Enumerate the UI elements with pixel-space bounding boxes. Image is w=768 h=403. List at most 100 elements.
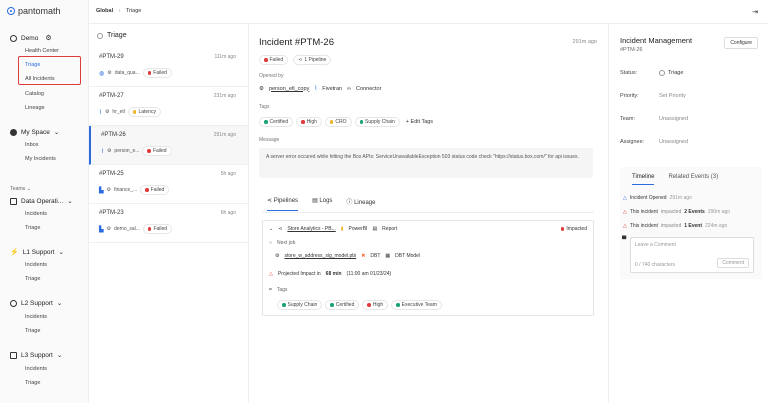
- status-badge: Failed: [142, 68, 172, 78]
- sidebar-item-team-triage[interactable]: Triage: [25, 225, 40, 231]
- message-label: Message: [259, 137, 280, 143]
- priority-select[interactable]: Set Priority: [659, 93, 686, 99]
- teams-section-label[interactable]: Teams ⌄: [10, 186, 31, 192]
- comment-button[interactable]: Comment: [717, 258, 749, 268]
- sidebar-item-team-triage[interactable]: Triage: [25, 276, 40, 282]
- brand-logo[interactable]: pantomath: [7, 6, 61, 16]
- team-label: L2 Support: [21, 299, 53, 307]
- sidebar-group-label: My Space: [21, 128, 50, 136]
- sidebar-item-inbox[interactable]: Inbox: [25, 142, 38, 148]
- sidebar-group-my-space[interactable]: My Space ⌄: [10, 128, 59, 136]
- tab-related-events[interactable]: Related Events (3): [668, 174, 718, 185]
- tag-dot: [367, 303, 371, 307]
- status-value[interactable]: Triage: [659, 70, 683, 76]
- grid-icon: [10, 351, 17, 359]
- next-job-link[interactable]: store_w_address_sig_model.pbi: [284, 253, 356, 259]
- tag-chip[interactable]: Executive Team: [391, 300, 442, 310]
- impact-prefix: Projected Impact in: [277, 271, 321, 277]
- pipeline-count-badge[interactable]: ⋖ 1 Pipeline: [293, 55, 332, 65]
- next-job-label-row: ○ Next job: [269, 240, 295, 246]
- database-icon: [10, 197, 17, 205]
- incident-job: person_e...: [114, 148, 140, 154]
- sidebar-item-team-incidents[interactable]: Incidents: [25, 262, 47, 268]
- gear-icon[interactable]: ⚙: [45, 34, 51, 42]
- tag-chip[interactable]: CRO: [324, 117, 352, 127]
- assignee-select[interactable]: Unassigned: [659, 139, 688, 145]
- sidebar-item-triage[interactable]: Triage: [25, 62, 40, 68]
- tag-chip[interactable]: Supply Chain: [277, 300, 323, 310]
- incident-card[interactable]: #PTM-25 5h ago ▙ ⚙ finance_... Failed: [89, 165, 248, 204]
- tab-timeline[interactable]: Timeline: [632, 174, 655, 185]
- tag-chip[interactable]: Certified: [325, 300, 360, 310]
- pipeline-header: ⌄ ⋖ Store Analytics - PB... ▮ PowerBI ▤ …: [269, 226, 587, 232]
- sidebar-item-team-incidents[interactable]: Incidents: [25, 366, 47, 372]
- tag-chip[interactable]: High: [362, 300, 389, 310]
- share-icon: ⋖: [298, 57, 303, 63]
- tag-dot: [264, 120, 268, 124]
- comment-box[interactable]: Leave a Comment 0 / 740 characters Comme…: [630, 237, 754, 273]
- tag-chip[interactable]: Supply Chain: [354, 117, 400, 127]
- tab-pipelines[interactable]: ⋖ Pipelines: [267, 197, 299, 211]
- tab-logs[interactable]: ▤ Logs: [312, 197, 332, 211]
- event-link[interactable]: 1 Event: [684, 223, 702, 229]
- incident-card-selected[interactable]: #PTM-26 291m ago ⌇ ⚙ person_e... Failed: [89, 126, 248, 165]
- fivetran-icon: ⌇: [314, 86, 318, 92]
- team-label: Team:: [620, 116, 635, 122]
- sidebar-item-all-incidents[interactable]: All Incidents: [25, 76, 55, 82]
- warning-icon: △: [623, 195, 627, 201]
- team-select[interactable]: Unassigned: [659, 116, 688, 122]
- bar-chart-icon: ▙: [99, 187, 104, 194]
- breadcrumb-root[interactable]: Global: [96, 8, 113, 14]
- sidebar-item-lineage[interactable]: Lineage: [25, 105, 45, 111]
- pipeline-type: Report: [382, 226, 398, 232]
- pipeline-link[interactable]: Store Analytics - PB...: [287, 226, 335, 232]
- incident-card[interactable]: #PTM-27 231m ago ⌇ ⚙ hr_etl Latency: [89, 87, 248, 126]
- chevron-down-icon[interactable]: ⌄: [269, 226, 273, 232]
- breadcrumb: Global › Triage: [96, 8, 141, 14]
- sidebar-item-team-triage[interactable]: Triage: [25, 328, 40, 334]
- sidebar-item-team-triage[interactable]: Triage: [25, 380, 40, 386]
- sidebar-item-catalog[interactable]: Catalog: [25, 91, 44, 97]
- opened-by-row: ⚙ person_etl_copy ⌇ Fivetran ∞ Connector: [259, 85, 381, 93]
- configure-button[interactable]: Configure: [724, 37, 758, 49]
- pipeline-tags-label-row: ⌗ Tags: [269, 287, 287, 293]
- warning-icon: △: [623, 223, 627, 229]
- sidebar-item-health-center[interactable]: Health Center: [25, 48, 59, 54]
- status-badge: Latency: [127, 107, 161, 117]
- comment-input[interactable]: Leave a Comment: [635, 242, 676, 248]
- collapse-panel-icon[interactable]: ⇥: [752, 8, 758, 16]
- incident-age: 6h ago: [220, 210, 236, 216]
- sidebar-group-demo[interactable]: Demo ⚙: [10, 34, 52, 42]
- sidebar-team-l3-support[interactable]: L3 Support ⌄: [10, 351, 62, 359]
- incident-id: #PTM-27: [99, 93, 124, 99]
- incident-row: ⌇ ⚙ person_e... Failed: [101, 146, 172, 156]
- incident-card[interactable]: #PTM-23 6h ago ▙ ⚙ demo_sal... Failed: [89, 204, 248, 243]
- status-badge: Failed: [142, 224, 173, 234]
- sidebar-team-l1-support[interactable]: ⚡ L1 Support ⌄: [10, 248, 64, 257]
- powerbi-icon: ▮: [340, 226, 344, 232]
- incident-row: ▙ ⚙ finance_... Failed: [99, 185, 170, 195]
- status-dot: [132, 110, 137, 114]
- incident-list: Triage #PTM-29 111m ago ◍ ⚙ data_qua... …: [89, 24, 249, 403]
- sidebar-team-l2-support[interactable]: L2 Support ⌄: [10, 299, 62, 307]
- event-link[interactable]: 2 Events: [684, 209, 705, 215]
- pipeline-tags-label: Tags: [276, 287, 288, 293]
- sidebar-item-team-incidents[interactable]: Incidents: [25, 211, 47, 217]
- incident-card[interactable]: #PTM-29 111m ago ◍ ⚙ data_qua... Failed: [89, 48, 248, 87]
- tag-chip[interactable]: Certified: [259, 117, 294, 127]
- edit-tags-button[interactable]: + Edit Tags: [406, 119, 433, 125]
- chevron-down-icon: ⌄: [58, 249, 64, 256]
- bar-chart-icon: ▙: [99, 226, 104, 233]
- sidebar-team-data-operations[interactable]: Data Operati... ⌄: [10, 197, 73, 205]
- tag-chip[interactable]: High: [296, 117, 322, 127]
- incident-id: #PTM-23: [99, 210, 124, 216]
- pipeline-tool: PowerBI: [348, 226, 368, 232]
- comment-icon: ▀: [622, 237, 627, 243]
- fivetran-icon: ⌇: [101, 148, 104, 155]
- sidebar-item-team-incidents[interactable]: Incidents: [25, 314, 47, 320]
- incident-id: #PTM-26: [101, 132, 126, 138]
- status-dot: [145, 188, 149, 192]
- opened-by-job-link[interactable]: person_etl_copy: [269, 86, 309, 92]
- sidebar-item-my-incidents[interactable]: My Incidents: [25, 156, 56, 162]
- tab-lineage[interactable]: ⓘ Lineage: [346, 197, 375, 211]
